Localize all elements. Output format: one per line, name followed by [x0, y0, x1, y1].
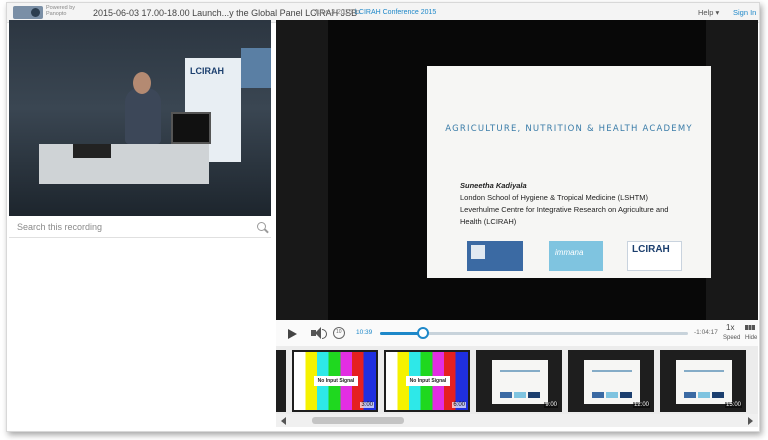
slide-presenter: Suneetha Kadiyala — [460, 181, 527, 190]
hide-thumbnails-icon[interactable] — [745, 325, 755, 330]
speed-label: Speed — [723, 335, 741, 341]
thumbnail-item[interactable]: 9:00 — [476, 350, 562, 412]
scrollbar-thumb[interactable] — [312, 417, 404, 424]
thumbnail-slide — [584, 360, 640, 404]
current-time: 10:39 — [356, 329, 373, 336]
progress-slider[interactable] — [380, 327, 688, 339]
thumbnail-item[interactable]: No Input Signal 6:00 — [384, 350, 470, 412]
volume-icon[interactable] — [311, 327, 327, 339]
thumbnail-item[interactable]: 15:00 — [660, 350, 746, 412]
help-menu[interactable]: Help ▾ — [698, 8, 719, 17]
hide-label: Hide — [745, 335, 758, 341]
thumbnail-slide — [492, 360, 548, 404]
thumbnail-strip: No Input Signal 3:00 No Input Signal 6:00 9:… — [276, 346, 758, 414]
progress-handle[interactable] — [417, 327, 430, 339]
thumbnail-time: 6:00 — [452, 402, 466, 408]
cgiar-logo — [467, 241, 523, 271]
presenter — [125, 88, 161, 144]
rewind-10-icon[interactable]: 10 — [333, 327, 345, 339]
sign-in-link[interactable]: Sign In — [733, 8, 756, 17]
webcam-video[interactable]: LCIRAH — [9, 20, 271, 216]
play-icon[interactable] — [288, 329, 297, 339]
powered-by-text: Powered by Panopto — [46, 5, 76, 17]
main-video[interactable]: AGRICULTURE, NUTRITION & HEALTH ACADEMY … — [276, 20, 758, 320]
thumbnail-time: 15:00 — [724, 402, 742, 408]
thumbnail-time: 12:00 — [632, 402, 650, 408]
thumbnail-scrollbar[interactable] — [276, 414, 758, 427]
scroll-right-icon[interactable] — [748, 417, 753, 425]
viewer-window: Powered by Panopto 2015-06-03 17.00-18.0… — [6, 2, 760, 432]
presentation-slide: AGRICULTURE, NUTRITION & HEALTH ACADEMY … — [427, 66, 711, 278]
thumbnail-item[interactable]: 12:00 — [568, 350, 654, 412]
panopto-logo[interactable] — [13, 6, 43, 19]
slide-affiliation-3: Health (LCIRAH) — [460, 217, 517, 226]
search-input[interactable]: Search this recording — [17, 222, 102, 232]
folder-link[interactable]: LCIRAH Conference 2015 — [355, 9, 436, 16]
remaining-time: -1:04:17 — [694, 329, 718, 336]
thumbnail-time: 9:00 — [544, 402, 558, 408]
thumbnail-time: 3:00 — [360, 402, 374, 408]
thumbnail-item[interactable]: No Input Signal 3:00 — [292, 350, 378, 412]
search-box[interactable]: Search this recording — [9, 216, 271, 238]
search-icon[interactable] — [257, 222, 266, 231]
no-signal-label: No Input Signal — [314, 376, 358, 386]
thumbnail-slide — [676, 360, 732, 404]
immana-logo: immаna — [549, 241, 603, 271]
scroll-left-icon[interactable] — [281, 417, 286, 425]
slide-affiliation-2: Leverhulme Centre for Integrative Resear… — [460, 205, 669, 214]
speed-button[interactable]: 1x — [726, 323, 734, 332]
slide-title: AGRICULTURE, NUTRITION & HEALTH ACADEMY — [445, 124, 693, 134]
slide-affiliation-1: London School of Hygiene & Tropical Medi… — [460, 193, 649, 202]
recording-date: June 3 2015 in — [314, 9, 360, 16]
no-signal-label: No Input Signal — [406, 376, 450, 386]
thumbnail-item[interactable] — [276, 350, 286, 412]
lcirah-logo: LCIRAH — [627, 241, 682, 271]
player-controls: 10 10:39 -1:04:17 1x Speed Hide — [276, 320, 758, 346]
